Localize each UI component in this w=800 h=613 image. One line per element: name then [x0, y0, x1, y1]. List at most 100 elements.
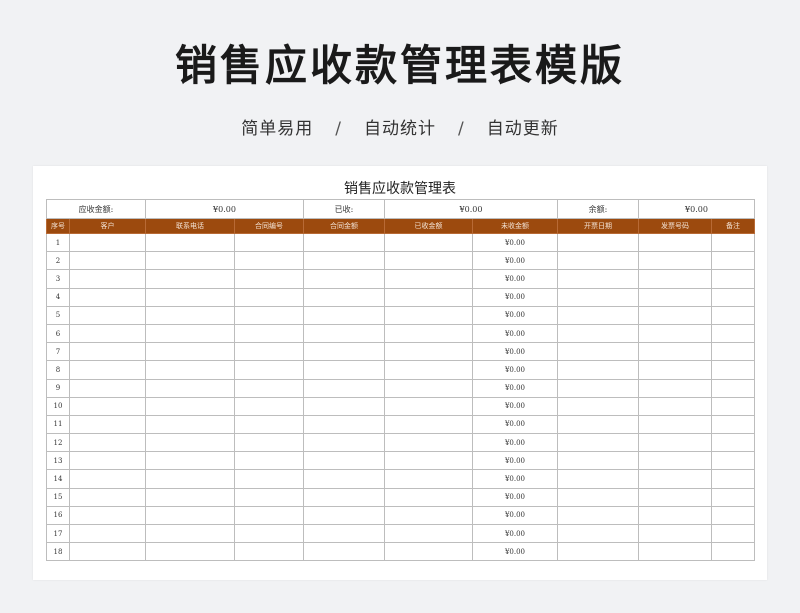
table-cell[interactable]: [145, 487, 235, 507]
unpaid-amount-cell[interactable]: ¥0.00: [472, 523, 558, 544]
table-cell[interactable]: [384, 451, 473, 471]
table-cell[interactable]: [384, 287, 473, 307]
table-cell[interactable]: [711, 360, 755, 380]
table-cell[interactable]: [234, 323, 304, 344]
table-cell[interactable]: [145, 542, 235, 562]
table-cell[interactable]: [711, 505, 755, 526]
table-cell[interactable]: [557, 505, 639, 526]
table-cell[interactable]: [69, 251, 146, 271]
table-cell[interactable]: [557, 360, 639, 380]
col-header[interactable]: 未收金额: [472, 218, 558, 234]
table-cell[interactable]: [638, 487, 712, 507]
unpaid-amount-cell[interactable]: ¥0.00: [472, 451, 558, 471]
table-cell[interactable]: [303, 487, 385, 507]
table-cell[interactable]: [303, 451, 385, 471]
table-cell[interactable]: [69, 305, 146, 325]
table-cell[interactable]: [384, 232, 473, 253]
table-cell[interactable]: [234, 414, 304, 435]
table-cell[interactable]: [384, 378, 473, 398]
table-cell[interactable]: [234, 232, 304, 253]
col-header[interactable]: 联系电话: [145, 218, 235, 234]
table-cell[interactable]: [303, 305, 385, 325]
table-cell[interactable]: [69, 342, 146, 362]
table-cell[interactable]: [384, 269, 473, 289]
table-cell[interactable]: [557, 542, 639, 562]
row-number-cell[interactable]: 3: [46, 269, 70, 289]
unpaid-amount-cell[interactable]: ¥0.00: [472, 433, 558, 453]
col-header[interactable]: 客户: [69, 218, 146, 234]
table-cell[interactable]: [711, 542, 755, 562]
table-cell[interactable]: [145, 232, 235, 253]
table-cell[interactable]: [234, 542, 304, 562]
table-cell[interactable]: [557, 451, 639, 471]
table-cell[interactable]: [234, 360, 304, 380]
row-number-cell[interactable]: 5: [46, 305, 70, 325]
table-cell[interactable]: [638, 287, 712, 307]
table-cell[interactable]: [145, 269, 235, 289]
table-cell[interactable]: [384, 396, 473, 416]
table-cell[interactable]: [638, 505, 712, 526]
unpaid-amount-cell[interactable]: ¥0.00: [472, 505, 558, 526]
table-cell[interactable]: [69, 378, 146, 398]
table-cell[interactable]: [145, 414, 235, 435]
col-header[interactable]: 已收金额: [384, 218, 473, 234]
row-number-cell[interactable]: 10: [46, 396, 70, 416]
table-cell[interactable]: [145, 342, 235, 362]
table-cell[interactable]: [557, 251, 639, 271]
table-cell[interactable]: [638, 433, 712, 453]
table-cell[interactable]: [557, 414, 639, 435]
table-cell[interactable]: [145, 396, 235, 416]
unpaid-amount-cell[interactable]: ¥0.00: [472, 542, 558, 562]
table-cell[interactable]: [384, 305, 473, 325]
table-cell[interactable]: [303, 396, 385, 416]
table-cell[interactable]: [303, 232, 385, 253]
table-cell[interactable]: [638, 232, 712, 253]
table-cell[interactable]: [557, 469, 639, 489]
table-cell[interactable]: [711, 323, 755, 344]
table-cell[interactable]: [384, 433, 473, 453]
unpaid-amount-cell[interactable]: ¥0.00: [472, 251, 558, 271]
table-cell[interactable]: [69, 232, 146, 253]
col-header[interactable]: 备注: [711, 218, 755, 234]
table-cell[interactable]: [234, 505, 304, 526]
table-cell[interactable]: [69, 433, 146, 453]
row-number-cell[interactable]: 14: [46, 469, 70, 489]
table-cell[interactable]: [557, 323, 639, 344]
unpaid-amount-cell[interactable]: ¥0.00: [472, 414, 558, 435]
row-number-cell[interactable]: 13: [46, 451, 70, 471]
table-cell[interactable]: [638, 542, 712, 562]
table-cell[interactable]: [234, 251, 304, 271]
table-cell[interactable]: [145, 305, 235, 325]
col-header[interactable]: 合同编号: [234, 218, 304, 234]
table-cell[interactable]: [384, 505, 473, 526]
table-cell[interactable]: [69, 487, 146, 507]
row-number-cell[interactable]: 18: [46, 542, 70, 562]
table-cell[interactable]: [638, 323, 712, 344]
unpaid-amount-cell[interactable]: ¥0.00: [472, 305, 558, 325]
table-cell[interactable]: [145, 323, 235, 344]
table-cell[interactable]: [384, 360, 473, 380]
table-cell[interactable]: [557, 342, 639, 362]
table-cell[interactable]: [557, 305, 639, 325]
unpaid-amount-cell[interactable]: ¥0.00: [472, 378, 558, 398]
table-cell[interactable]: [711, 433, 755, 453]
table-cell[interactable]: [638, 360, 712, 380]
unpaid-amount-cell[interactable]: ¥0.00: [472, 232, 558, 253]
table-cell[interactable]: [303, 414, 385, 435]
table-cell[interactable]: [711, 487, 755, 507]
table-cell[interactable]: [234, 287, 304, 307]
unpaid-amount-cell[interactable]: ¥0.00: [472, 323, 558, 344]
table-cell[interactable]: [145, 523, 235, 544]
table-cell[interactable]: [711, 232, 755, 253]
table-cell[interactable]: [69, 414, 146, 435]
table-cell[interactable]: [638, 378, 712, 398]
row-number-cell[interactable]: 9: [46, 378, 70, 398]
table-cell[interactable]: [557, 287, 639, 307]
table-cell[interactable]: [69, 396, 146, 416]
table-cell[interactable]: [69, 323, 146, 344]
table-cell[interactable]: [234, 433, 304, 453]
table-cell[interactable]: [303, 287, 385, 307]
receivable-value[interactable]: ¥0.00: [145, 199, 304, 219]
unpaid-amount-cell[interactable]: ¥0.00: [472, 487, 558, 507]
row-number-cell[interactable]: 12: [46, 433, 70, 453]
